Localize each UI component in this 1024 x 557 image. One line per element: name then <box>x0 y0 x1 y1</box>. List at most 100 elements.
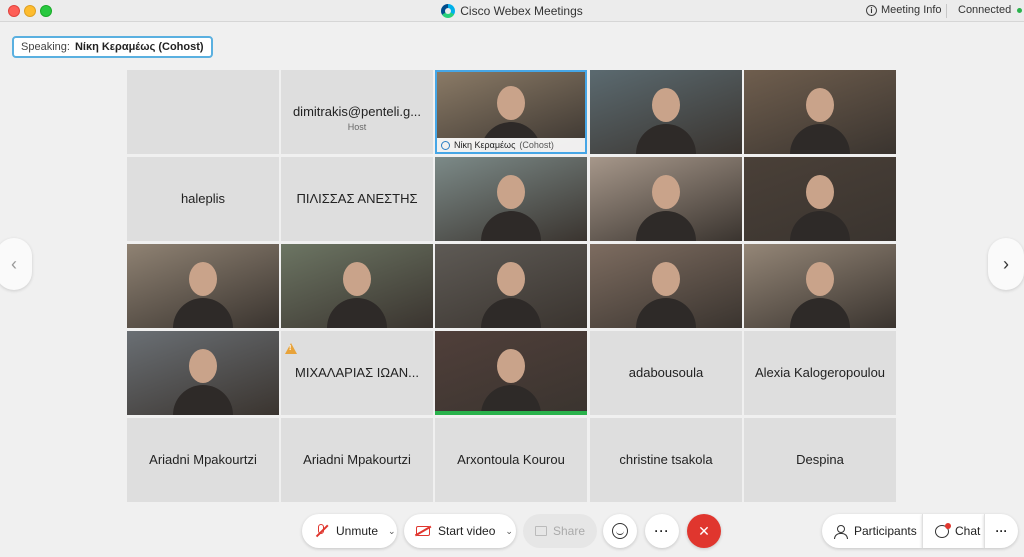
participant-name: Νίκη Κεραμέως <box>454 140 516 150</box>
participant-tile[interactable]: Despina <box>744 418 896 502</box>
connection-status-label: Connected <box>958 4 1012 16</box>
participant-video-head <box>806 175 834 209</box>
participant-tile[interactable] <box>744 244 896 328</box>
participant-tile[interactable]: Alexia Kalogeropoulou <box>744 331 896 415</box>
participant-tile[interactable]: Ariadni Mpakourtzi <box>127 418 279 502</box>
participant-video-head <box>497 349 525 383</box>
meeting-info-button[interactable]: i Meeting Info <box>866 4 942 16</box>
ellipsis-icon: ··· <box>995 524 1008 538</box>
participant-video-body <box>790 298 850 328</box>
divider <box>946 4 947 18</box>
participant-video-body <box>636 211 696 241</box>
warning-icon <box>285 343 297 354</box>
participant-video-head <box>497 86 525 120</box>
participant-tile[interactable] <box>127 331 279 415</box>
participant-video-head <box>497 175 525 209</box>
meeting-info-label: Meeting Info <box>881 4 942 16</box>
participant-video-body <box>790 124 850 154</box>
participant-name: christine tsakola <box>619 452 713 467</box>
participant-tile[interactable] <box>435 244 587 328</box>
panel-more-options-button[interactable]: ··· <box>984 514 1018 548</box>
participant-tile[interactable]: adabousoula <box>590 331 742 415</box>
participants-button[interactable]: Participants <box>822 514 922 548</box>
participant-name: haleplis <box>180 191 226 206</box>
leave-meeting-button[interactable]: ✕ <box>687 514 721 548</box>
participant-name: ΠΙΛΙΣΣΑΣ ΑΝΕΣΤΗΣ <box>296 191 418 206</box>
participant-tile[interactable] <box>744 70 896 154</box>
participants-label: Participants <box>854 524 917 538</box>
participant-role: Host <box>347 122 367 132</box>
connection-status[interactable]: Connected <box>958 4 1023 16</box>
participant-tile[interactable]: christine tsakola <box>590 418 742 502</box>
participant-tile[interactable] <box>590 70 742 154</box>
previous-page-button[interactable]: ‹ <box>0 238 32 290</box>
audio-active-icon <box>441 140 450 150</box>
participant-video-body <box>173 385 233 415</box>
active-speaker-badge: Speaking: Νίκη Κεραμέως (Cohost) <box>12 36 213 58</box>
share-label: Share <box>553 524 586 538</box>
participant-video-head <box>806 88 834 122</box>
unmute-label: Unmute <box>336 524 379 538</box>
participant-role: (Cohost) <box>519 140 554 150</box>
participant-name: dimitrakis@penteli.g... <box>292 104 422 119</box>
share-button[interactable]: Share <box>523 514 597 548</box>
app-title-text: Cisco Webex Meetings <box>460 4 583 18</box>
chat-bubble-icon <box>935 522 951 538</box>
participant-tile[interactable]: Arxontoula Kourou <box>435 418 587 502</box>
ellipsis-icon: ··· <box>654 524 670 538</box>
participant-name: Ariadni Mpakourtzi <box>149 452 257 467</box>
participant-video-body <box>481 211 541 241</box>
participant-name: Alexia Kalogeropoulou <box>754 365 886 380</box>
participant-name: ΜΙΧΑΛΑΡΙΑΣ ΙΩΑΝ... <box>295 365 419 380</box>
participant-tile[interactable] <box>435 157 587 241</box>
info-icon: i <box>866 4 877 16</box>
connection-status-dot <box>1017 7 1023 13</box>
participant-video-body <box>636 298 696 328</box>
smiley-icon <box>612 523 628 539</box>
close-icon: ✕ <box>698 522 710 539</box>
participant-tile[interactable]: ΠΙΛΙΣΣΑΣ ΑΝΕΣΤΗΣ <box>281 157 433 241</box>
participant-video-body <box>636 124 696 154</box>
start-video-label: Start video <box>438 524 496 538</box>
participant-video-head <box>343 262 371 296</box>
participant-tile[interactable]: ΜΙΧΑΛΑΡΙΑΣ ΙΩΑΝ... <box>281 331 433 415</box>
more-options-button[interactable]: ··· <box>645 514 679 548</box>
participant-tile[interactable] <box>590 157 742 241</box>
participant-tile[interactable] <box>744 157 896 241</box>
participant-video-body <box>790 211 850 241</box>
chevron-down-icon[interactable]: ⌄ <box>505 526 513 537</box>
participant-name: Despina <box>796 452 844 467</box>
participant-tile[interactable]: Νίκη Κεραμέως (Cohost) <box>435 70 587 154</box>
chat-button[interactable]: Chat <box>922 514 984 548</box>
participant-tile[interactable] <box>281 244 433 328</box>
participant-tile[interactable]: haleplis <box>127 157 279 241</box>
participant-tile[interactable] <box>127 70 279 154</box>
muted-microphone-icon <box>314 524 329 538</box>
chevron-down-icon[interactable]: ⌄ <box>388 526 396 537</box>
chevron-right-icon: › <box>1003 253 1009 274</box>
participant-video-head <box>189 262 217 296</box>
participant-tile[interactable] <box>435 331 587 415</box>
chat-label: Chat <box>955 524 981 538</box>
notification-dot <box>945 522 951 529</box>
speaking-name: Νίκη Κεραμέως (Cohost) <box>74 41 204 53</box>
person-icon <box>834 524 848 539</box>
next-page-button[interactable]: › <box>988 238 1024 290</box>
participant-name: adabousoula <box>628 365 704 380</box>
webex-logo-icon <box>441 4 456 18</box>
participant-tile[interactable] <box>590 244 742 328</box>
speaking-indicator <box>435 411 587 415</box>
participant-video-head <box>652 175 680 209</box>
participant-tile[interactable]: dimitrakis@penteli.g... Host <box>281 70 433 154</box>
participant-video-head <box>806 262 834 296</box>
participant-video-head <box>497 262 525 296</box>
unmute-button[interactable]: Unmute ⌄ <box>302 514 397 548</box>
reactions-button[interactable] <box>603 514 637 548</box>
participant-caption: Νίκη Κεραμέως (Cohost) <box>437 138 585 152</box>
start-video-button[interactable]: Start video ⌄ <box>404 514 516 548</box>
participant-video-body <box>481 298 541 328</box>
participant-video-body <box>173 298 233 328</box>
participant-tile[interactable] <box>127 244 279 328</box>
participant-video-body <box>327 298 387 328</box>
participant-tile[interactable]: Ariadni Mpakourtzi <box>281 418 433 502</box>
